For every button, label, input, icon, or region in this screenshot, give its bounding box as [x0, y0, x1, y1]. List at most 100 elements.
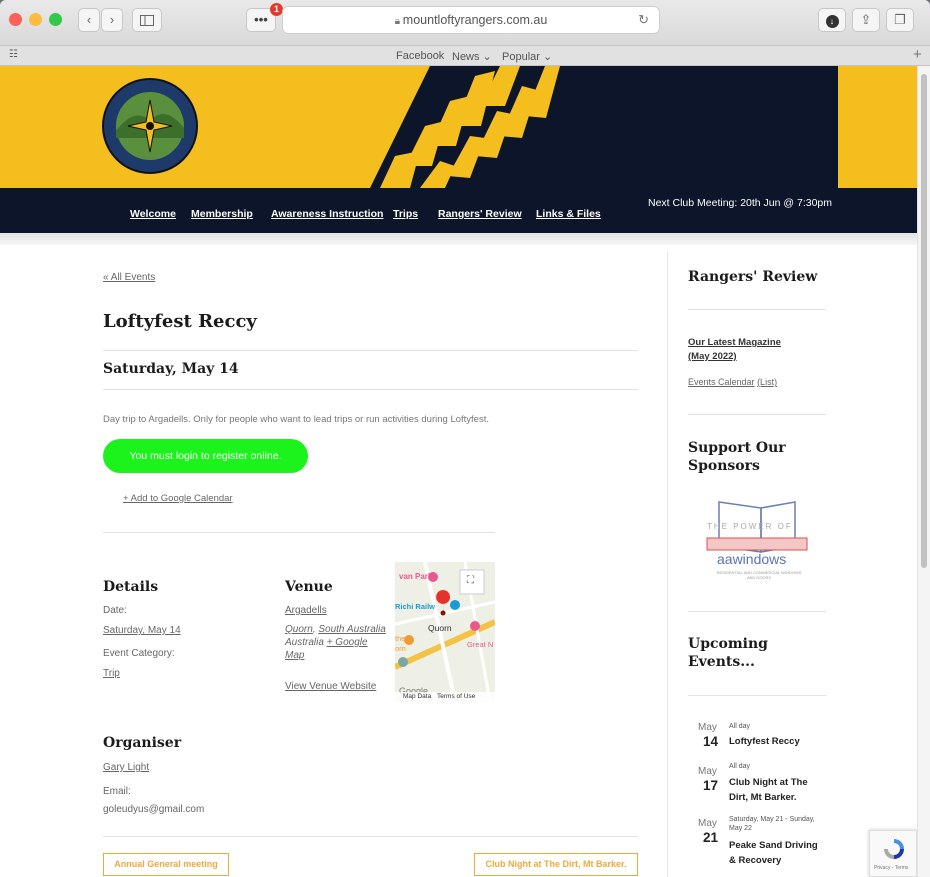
events-calendar-links: Events Calendar (List) [688, 377, 777, 387]
event-day: 21 [703, 830, 719, 845]
recaptcha-icon [884, 839, 904, 859]
header-shadow [0, 233, 917, 245]
sidebar-toggle-button[interactable] [132, 8, 162, 32]
event-title-link[interactable]: Loftyfest Reccy [729, 734, 800, 749]
nav-links-files[interactable]: Links & Files [536, 208, 601, 220]
favorite-popular[interactable]: Popular ⌄ [502, 50, 552, 63]
sidebar-icon [140, 15, 154, 26]
divider [688, 695, 826, 696]
map-label: Great N [467, 640, 494, 649]
upcoming-heading-line: Events... [688, 654, 755, 670]
map-label: Richi Railw [395, 602, 436, 611]
map-footer: Map Data Terms of Use [395, 692, 495, 702]
event-title-link-cont[interactable]: Dirt, Mt Barker. [729, 790, 797, 805]
details-heading: Details [103, 579, 159, 595]
event-time: Saturday, May 21 - Sunday, [729, 816, 815, 823]
divider [688, 611, 826, 612]
sponsor-aawindows-logo[interactable]: THE POWER OF aawindows RESIDENTIAL AND C… [703, 500, 811, 595]
minimize-window-button[interactable] [29, 13, 42, 26]
more-dots-icon: ••• [254, 12, 268, 27]
event-time-cont: May 22 [729, 825, 752, 832]
venue-website-link[interactable]: View Venue Website [285, 681, 376, 692]
next-event-button[interactable]: Club Night at The Dirt, Mt Barker. [474, 853, 638, 876]
login-to-register-button[interactable]: You must login to register online. [103, 439, 308, 473]
favorite-facebook[interactable]: Facebook [396, 50, 444, 62]
divider [688, 309, 826, 310]
sponsors-heading-line: Support Our [688, 440, 786, 456]
lock-icon: 🔒︎ [394, 16, 403, 27]
divider [103, 532, 495, 533]
email-label: Email: [103, 786, 131, 797]
fullscreen-icon[interactable]: ⛶ [467, 575, 474, 586]
scrollbar-thumb[interactable] [921, 74, 927, 568]
event-title-link[interactable]: Club Night at The [729, 775, 808, 790]
venue-address: Quorn, South Australia Australia + Googl… [285, 624, 386, 661]
upcoming-events-heading: Upcoming Events... [688, 635, 768, 671]
download-icon: ↓ [825, 15, 839, 28]
share-button[interactable]: ⇪ [852, 8, 880, 32]
recaptcha-badge[interactable]: Privacy - Terms [869, 830, 917, 877]
nav-welcome[interactable]: Welcome [130, 208, 176, 220]
venue-heading: Venue [285, 579, 333, 595]
map-label: orn [395, 644, 406, 653]
nav-rangers-review[interactable]: Rangers' Review [438, 208, 522, 220]
venue-name-link[interactable]: Argadells [285, 605, 327, 616]
organiser-email: goleudyus@gmail.com [103, 804, 205, 815]
sponsor-tagline: THE POWER OF [707, 522, 793, 531]
sponsors-heading-line: Sponsors [688, 458, 760, 474]
nav-trips[interactable]: Trips [393, 208, 418, 220]
address-bar[interactable]: 🔒︎ mountloftyrangers.com.au ↻ [282, 6, 660, 34]
venue-map[interactable]: van Park Richi Railw Quorn Great N the o… [395, 562, 495, 702]
google-map-link[interactable]: + Google [327, 637, 368, 648]
favorite-news[interactable]: News ⌄ [452, 50, 492, 63]
site-header [0, 66, 917, 188]
events-list-link[interactable]: (List) [757, 377, 777, 387]
zoom-window-button[interactable] [49, 13, 62, 26]
map-label: Quorn [428, 623, 452, 633]
latest-magazine-link[interactable]: Our Latest Magazine (May 2022) [688, 336, 781, 364]
club-logo[interactable] [102, 78, 198, 174]
map-terms-link[interactable]: Terms of Use [437, 693, 475, 700]
header-graphic [102, 66, 917, 188]
all-events-link[interactable]: « All Events [103, 272, 155, 283]
grid-icon[interactable]: ☷ [9, 49, 18, 60]
event-title-link[interactable]: Peake Sand Driving [729, 838, 818, 853]
back-button[interactable]: ‹ [78, 8, 100, 32]
event-title-link-cont[interactable]: & Recovery [729, 853, 781, 868]
event-month: May [698, 722, 717, 733]
event-time: All day [729, 723, 751, 730]
window-graphic [706, 501, 808, 553]
rangers-review-heading: Rangers' Review [688, 269, 818, 285]
organiser-name-link[interactable]: Gary Light [103, 762, 149, 773]
venue-city: Quorn [285, 624, 313, 635]
map-data-link[interactable]: Map Data [403, 693, 431, 700]
event-date-heading: Saturday, May 14 [103, 361, 239, 377]
sidebar-border [667, 252, 668, 877]
venue-state: South Australia [318, 624, 386, 635]
reload-icon[interactable]: ↻ [638, 7, 649, 33]
sponsors-heading: Support Our Sponsors [688, 439, 786, 475]
upcoming-heading-line: Upcoming [688, 636, 768, 652]
forward-button[interactable]: › [101, 8, 123, 32]
previous-event-button[interactable]: Annual General meeting [103, 853, 229, 876]
browser-toolbar: ‹ › ••• 1 🔒︎ mountloftyrangers.com.au ↻ … [0, 0, 930, 46]
downloads-button[interactable]: ↓ [818, 8, 846, 32]
map-label: van Park [399, 572, 433, 581]
nav-awareness-instruction[interactable]: Awareness Instruction [271, 208, 383, 220]
tabs-button[interactable]: ❐ [886, 8, 914, 32]
google-map-link-cont[interactable]: Map [285, 650, 304, 661]
category-trip-link[interactable]: Trip [103, 668, 120, 679]
add-to-google-calendar-link[interactable]: + Add to Google Calendar [123, 493, 233, 504]
nav-membership[interactable]: Membership [191, 208, 253, 220]
sponsor-small-text: RESIDENTIAL AND COMMERCIAL WINDOWS AND D… [716, 570, 802, 580]
event-day: 17 [703, 778, 719, 793]
close-window-button[interactable] [9, 13, 22, 26]
organiser-heading: Organiser [103, 735, 182, 751]
date-value: Saturday, May 14 [103, 625, 181, 636]
venue-country: Australia [285, 637, 324, 648]
new-tab-plus-icon[interactable]: + [913, 46, 922, 63]
map-label: the [395, 634, 406, 643]
events-calendar-link[interactable]: Events Calendar [688, 377, 755, 387]
favorites-bar: ☷ Facebook News ⌄ Popular ⌄ + [0, 46, 930, 66]
magazine-link-date: (May 2022) [688, 351, 737, 362]
